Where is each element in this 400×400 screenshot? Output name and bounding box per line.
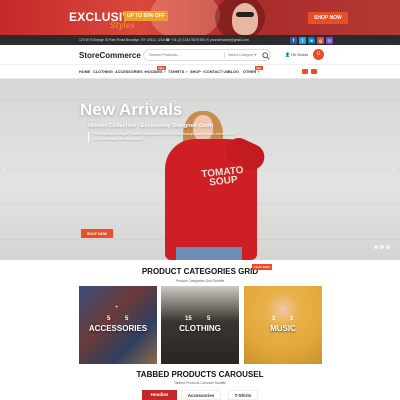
hero-description: Pellentesque integer habitant penatibus … [88,132,238,143]
nav-item-blog[interactable]: BLOG [228,70,239,74]
nav-item-label: ACCESSORIES [115,70,143,74]
slider-dot[interactable] [380,245,384,249]
nav-item-label: SHOP [190,70,201,74]
slider-next-arrow-icon[interactable]: › [392,166,394,173]
promo-styles-text: Styles [110,21,135,30]
slider-dot[interactable] [386,245,390,249]
category-label: CLOTHING [179,324,221,333]
category-count: 1 [290,316,294,322]
category-count: 15 [185,316,192,322]
chevron-down-icon: ▼ [184,70,189,74]
category-count: 5 [107,316,111,322]
nav-badge: New [157,66,166,70]
nav-item-label: OTHER [243,70,257,74]
contact-info: 123 W 9 Orange St Park Road Brooklyn, NY… [79,37,250,42]
logo-text: StoreCommerce [79,51,141,60]
nav-item-clothing[interactable]: CLOTHING [93,70,113,74]
cart-count: 0 [317,51,320,57]
carousel-subtitle: Tabbed Products Carousel Subtitle [173,381,227,385]
category-label: MUSIC [270,324,296,333]
main-nav: HOME CLOTHING ACCESSORIES ▼ HOODIES ▼ New TSH… [0,65,400,79]
tab-hoodies[interactable]: Hoodies [142,390,177,400]
sunglasses-icon [236,12,254,17]
promo-banner[interactable]: EXCLUSIVE UP TO 50% OFF Styles SHOP NOW [0,0,400,35]
category-top-label: ✦ [115,304,119,309]
nav-item-label: HOODIES [145,70,163,74]
chevron-down-icon: ▼ [162,70,167,74]
nav-item-shop[interactable]: SHOP ▼ [190,70,205,74]
nav-item-tshirts[interactable]: TSHIRTS ▼ [168,70,188,74]
nav-item-label: BLOG [228,70,239,74]
hero-subtitle: Women Collection - Exclusively Designed … [88,123,214,129]
category-card-accessories[interactable]: ✦ 5 5 ACCESSORIES [79,286,157,364]
hero-title: New Arrivals [80,100,183,119]
promo-offer-badge: UP TO 50% OFF [124,11,168,21]
site-header: StoreCommerce Select Category ▾ 👤 Hi! Gu… [0,45,400,65]
top-info-bar: 123 W 9 Orange St Park Road Brooklyn, NY… [0,35,400,45]
slider-dots [374,245,390,249]
nav-item-accessories[interactable]: ACCESSORIES ▼ [115,70,146,74]
wishlist-icon[interactable] [302,69,308,74]
nav-item-label: TSHIRTS [168,70,185,74]
category-label: ACCESSORIES [88,324,148,333]
search-divider [224,52,225,58]
google-icon[interactable]: g [317,36,324,44]
promo-model-image [232,3,258,35]
account-label: Hi! Guest [291,52,308,57]
nav-item-label: CONTACT US [204,70,229,74]
category-card-clothing[interactable]: 15 5 CLOTHING [161,286,239,364]
promo-shop-now-button[interactable]: SHOP NOW [308,12,348,24]
search-input[interactable] [149,50,219,60]
category-select-value: Select Category [228,53,254,57]
categories-subtitle: Product Categories Grid Subtitle [175,279,225,283]
user-icon: 👤 [285,52,290,57]
slider-dot[interactable] [374,245,378,249]
tab-accessories[interactable]: Accessories [181,390,221,400]
category-card-music[interactable]: 2 1 MUSIC [244,286,322,364]
instagram-icon[interactable]: ◎ [326,36,333,44]
linkedin-icon[interactable]: in [308,36,315,44]
twitter-icon[interactable]: t [299,36,306,44]
search-bar: Select Category ▾ [143,49,271,61]
chevron-down-icon: ▼ [256,70,261,74]
nav-item-label: HOME [79,70,91,74]
cart-button[interactable]: 0 [313,49,324,60]
slider-prev-arrow-icon[interactable]: ‹ [3,166,5,173]
category-count: 5 [125,316,129,322]
model-jeans [176,247,242,260]
facebook-icon[interactable]: f [290,36,297,44]
nav-item-home[interactable]: HOME [79,70,90,74]
social-links: f t in g ◎ [290,36,333,44]
nav-extra-icons [302,69,317,74]
site-logo[interactable]: StoreCommerce [79,51,141,60]
category-count: 2 [272,316,276,322]
carousel-title: TABBED PRODUCTS CAROUSEL [136,370,264,379]
category-select[interactable]: Select Category ▾ [228,53,256,57]
compare-icon[interactable] [311,69,317,74]
nav-item-other[interactable]: OTHER ▼ Hot [243,66,263,74]
nav-item-hoodies[interactable]: HOODIES ▼ New [145,66,167,74]
hero-shop-now-button[interactable]: SHOP NOW [81,229,113,238]
wall-line [0,99,400,100]
category-count: 5 [207,316,211,322]
featured-badge: FEATURED [252,264,272,270]
search-icon[interactable] [262,51,270,60]
tab-t-shirts[interactable]: T-Shirts [228,390,258,400]
nav-badge: Hot [255,66,263,70]
nav-item-contact-us[interactable]: CONTACT US [204,70,229,74]
hero-slider[interactable]: TOMATO SOUP [0,79,400,260]
nav-item-label: CLOTHING [93,70,113,74]
account-link[interactable]: 👤 Hi! Guest [285,52,308,57]
categories-title: PRODUCT CATEGORIES GRID [141,267,259,276]
